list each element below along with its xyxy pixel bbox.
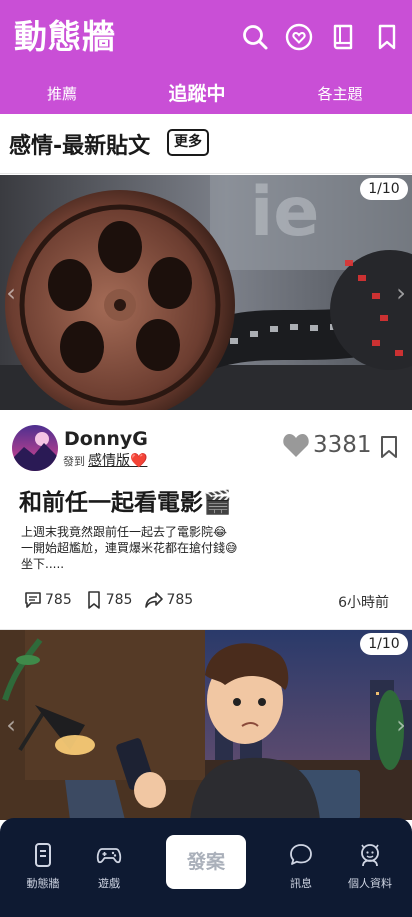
author-name[interactable]: DonnyG <box>64 428 148 450</box>
chevron-right-icon[interactable]: › <box>392 711 410 739</box>
man-with-phone-image <box>0 630 412 820</box>
post-image-carousel[interactable]: ie 1/10 ‹ › <box>0 175 412 410</box>
profile-icon <box>361 844 379 867</box>
chat-icon <box>290 844 312 865</box>
nav-label: 個人資料 <box>348 877 392 890</box>
film-reel-image: ie <box>0 175 412 410</box>
image-counter: 1/10 <box>360 178 408 200</box>
section-header: 感情-最新貼文 更多 <box>0 114 412 174</box>
post-card[interactable]: DonnyG 發到 感情版❤️ 3381 和前任一起看電影🎬 上週末我竟然跟前任… <box>0 410 412 630</box>
nav-label: 遊戲 <box>98 877 120 890</box>
book-icon[interactable] <box>328 20 358 54</box>
avatar[interactable] <box>12 425 58 471</box>
post-image-carousel[interactable]: 1/10 ‹ › <box>0 630 412 820</box>
nav-games[interactable]: 遊戲 <box>74 842 144 891</box>
chevron-right-icon[interactable]: › <box>392 279 410 307</box>
share-count: 785 <box>166 592 194 608</box>
section-title: 感情-最新貼文 <box>9 134 151 159</box>
nav-label: 動態牆 <box>26 877 60 890</box>
top-header: 動態牆 推薦 追蹤中 各主題 <box>0 0 412 114</box>
chevron-left-icon[interactable]: ‹ <box>2 279 20 307</box>
search-icon[interactable] <box>240 20 270 54</box>
share-icon <box>145 592 164 608</box>
post-stats: 785 785 785 <box>23 590 193 610</box>
nav-label: 訊息 <box>290 877 312 890</box>
nav-profile[interactable]: 個人資料 <box>335 842 405 891</box>
image-counter: 1/10 <box>360 633 408 655</box>
comment-icon <box>25 592 41 608</box>
bookmark-icon <box>87 591 100 609</box>
post-body-line: 上週末我竟然跟前任一起去了電影院😂 <box>21 525 228 539</box>
heart-circle-icon[interactable] <box>284 20 314 54</box>
post-body-line: 坐下..... <box>21 557 65 571</box>
post-title[interactable]: 和前任一起看電影🎬 <box>19 483 232 517</box>
posted-to-label: 發到 <box>63 455 85 468</box>
phone-icon <box>35 843 51 867</box>
like-button[interactable]: 3381 <box>282 432 372 458</box>
chevron-left-icon[interactable]: ‹ <box>2 711 20 739</box>
app-title: 動態牆 <box>14 17 116 56</box>
nav-messages[interactable]: 訊息 <box>266 842 336 891</box>
heart-icon <box>283 434 309 457</box>
comment-button[interactable]: 785 <box>23 590 72 610</box>
like-count: 3381 <box>313 432 372 458</box>
create-post-button[interactable]: 發案 <box>166 835 246 889</box>
tab-following[interactable]: 追蹤中 <box>137 74 257 114</box>
feed-tabs: 推薦 追蹤中 各主題 <box>0 74 412 114</box>
gamepad-icon <box>96 848 122 864</box>
bottom-nav: 動態牆 遊戲 發案 訊息 個人資料 <box>0 818 412 917</box>
nav-feed[interactable]: 動態牆 <box>8 842 78 891</box>
post-time: 6小時前 <box>338 595 389 611</box>
header-actions <box>240 20 402 54</box>
save-button[interactable]: 785 <box>84 590 133 610</box>
tab-recommended[interactable]: 推薦 <box>2 74 122 114</box>
svg-text:ie: ie <box>250 175 319 252</box>
comment-count: 785 <box>45 592 72 608</box>
board-link[interactable]: 感情版❤️ <box>88 450 147 470</box>
share-button[interactable]: 785 <box>144 590 193 610</box>
post-body-line: 一開始超尷尬，連買爆米花都在搶付錢😅 <box>21 541 238 555</box>
bookmark-count: 785 <box>105 592 133 608</box>
bookmark-icon[interactable] <box>372 20 402 54</box>
tab-topics[interactable]: 各主題 <box>280 74 400 114</box>
post-body[interactable]: 上週末我竟然跟前任一起去了電影院😂 一開始超尷尬，連買爆米花都在搶付錢😅 坐下.… <box>21 524 321 572</box>
bookmark-icon[interactable] <box>376 434 402 460</box>
more-button[interactable]: 更多 <box>167 129 209 156</box>
